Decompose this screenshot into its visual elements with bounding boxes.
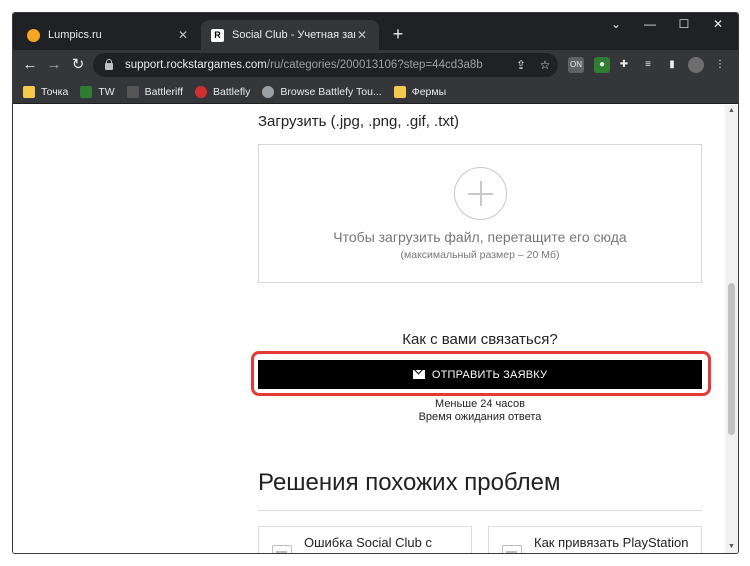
envelope-icon xyxy=(412,370,425,379)
battlefy-icon xyxy=(262,85,275,98)
reload-button[interactable]: ↻ xyxy=(67,54,89,76)
bookmark-item[interactable]: Battlefly xyxy=(195,85,251,98)
tab-lumpics[interactable]: Lumpics.ru ✕ xyxy=(17,20,200,50)
tab-social-club[interactable]: R Social Club - Учетная запись Soc ✕ xyxy=(201,20,379,50)
reading-list-icon[interactable]: ≡ xyxy=(640,57,656,73)
address-bar[interactable]: support.rockstargames.com/ru/categories/… xyxy=(93,53,558,77)
minimize-button[interactable]: — xyxy=(633,13,667,35)
star-icon[interactable]: ☆ xyxy=(537,57,553,73)
bookmark-item[interactable]: Фермы xyxy=(393,85,447,98)
submit-request-button[interactable]: ОТПРАВИТЬ ЗАЯВКУ xyxy=(258,360,702,389)
new-tab-button[interactable]: + xyxy=(387,23,409,45)
folder-icon xyxy=(23,85,35,98)
bookmark-item[interactable]: Точка xyxy=(23,85,69,98)
vertical-scrollbar[interactable]: ▲ ▼ xyxy=(725,105,738,553)
page-content: Загрузить (.jpg, .png, .gif, .txt) Чтобы… xyxy=(13,105,725,553)
maximize-button[interactable]: ☐ xyxy=(667,13,701,35)
article-title[interactable]: Как привязать PlayStation Network PSN ID… xyxy=(534,535,694,553)
bookmark-label: Точка xyxy=(41,85,69,98)
scroll-down-icon[interactable]: ▼ xyxy=(725,541,738,553)
avatar[interactable] xyxy=(688,57,704,73)
bookmark-label: Battlefly xyxy=(213,85,251,98)
similar-issues-heading: Решения похожих проблем xyxy=(258,469,561,496)
rockstar-favicon-icon: R xyxy=(211,28,224,42)
puzzle-icon[interactable]: ✚ xyxy=(616,57,632,73)
forward-button[interactable]: → xyxy=(43,54,65,76)
response-time-value: Меньше 24 часов xyxy=(435,398,525,410)
back-button[interactable]: ← xyxy=(19,54,41,76)
tab-search-icon[interactable]: ⌄ xyxy=(599,13,633,35)
folder-icon xyxy=(393,85,406,98)
dropzone-size-limit: (максимальный размер – 20 Мб) xyxy=(400,249,560,261)
response-time-label: Время ожидания ответа xyxy=(418,411,542,423)
extension-icon[interactable]: ON xyxy=(568,57,584,73)
divider xyxy=(258,510,702,511)
browser-toolbar: ← → ↻ support.rockstargames.com/ru/categ… xyxy=(13,50,738,80)
submit-request-label: ОТПРАВИТЬ ЗАЯВКУ xyxy=(431,368,548,381)
document-icon xyxy=(272,545,292,553)
document-icon xyxy=(502,545,522,553)
battlefly-icon xyxy=(195,85,207,98)
bookmark-label: Фермы xyxy=(411,85,447,98)
close-icon[interactable]: ✕ xyxy=(176,28,190,42)
contact-heading: Как с вами связаться? xyxy=(402,331,558,348)
file-dropzone[interactable]: Чтобы загрузить файл, перетащите его сюд… xyxy=(258,144,702,283)
extension-icon[interactable]: ● xyxy=(594,57,610,73)
menu-icon[interactable]: ⋮ xyxy=(712,57,728,73)
upload-label: Загрузить (.jpg, .png, .gif, .txt) xyxy=(258,113,460,130)
bookmark-label: Browse Battlefy Tou... xyxy=(280,85,382,98)
url-path: /ru/categories/200013106?step=44cd3a8b xyxy=(266,59,483,71)
share-icon[interactable]: ⇪ xyxy=(513,57,529,73)
scrollbar-thumb[interactable] xyxy=(728,283,735,435)
lumpics-favicon-icon xyxy=(27,28,40,42)
tab-strip: Lumpics.ru ✕ R Social Club - Учетная зап… xyxy=(13,13,738,50)
dropzone-text: Чтобы загрузить файл, перетащите его сюд… xyxy=(333,229,627,245)
browser-window: Lumpics.ru ✕ R Social Club - Учетная зап… xyxy=(13,13,738,553)
add-file-icon[interactable] xyxy=(454,167,507,220)
lock-icon xyxy=(103,59,115,71)
bookmark-item[interactable]: TW xyxy=(80,85,115,98)
side-panel-icon[interactable]: ▮ xyxy=(664,57,680,73)
bookmarks-bar: Точка TW Battleriff Battlefly Browse Bat… xyxy=(13,80,738,104)
tab-title: Lumpics.ru xyxy=(48,29,102,41)
article-card[interactable]: Как привязать PlayStation Network PSN ID… xyxy=(488,526,702,553)
bookmark-item[interactable]: Browse Battlefy Tou... xyxy=(262,85,382,98)
bookmark-label: Battleriff xyxy=(144,85,183,98)
article-title[interactable]: Ошибка Social Club с кодом 2000.108 xyxy=(304,535,464,553)
bookmark-item[interactable]: Battleriff xyxy=(126,85,183,98)
tw-icon xyxy=(80,85,93,98)
battleriff-icon xyxy=(126,85,139,98)
scroll-up-icon[interactable]: ▲ xyxy=(725,105,738,117)
close-icon[interactable]: ✕ xyxy=(355,28,369,42)
article-card[interactable]: Ошибка Social Club с кодом 2000.108 xyxy=(258,526,472,553)
url-host: support.rockstargames.com xyxy=(125,59,267,71)
window-close-button[interactable]: ✕ xyxy=(701,13,735,35)
bookmark-label: TW xyxy=(98,85,115,98)
tab-title: Social Club - Учетная запись Soc xyxy=(232,29,355,41)
